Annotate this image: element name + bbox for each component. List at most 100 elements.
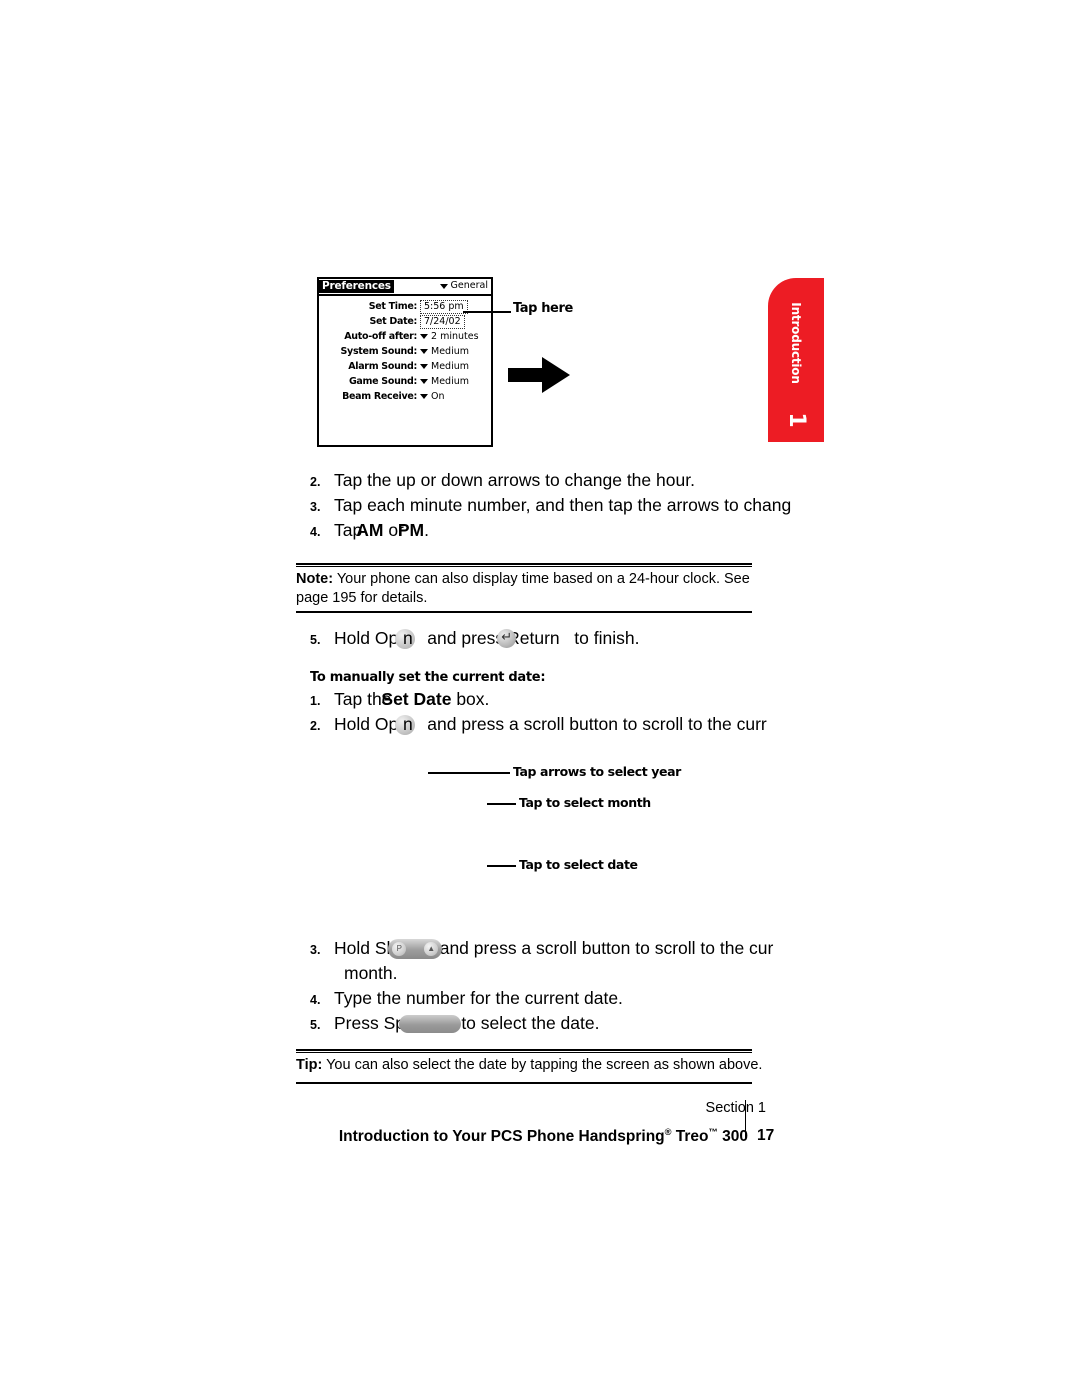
- step-text-part5: to finish.: [574, 628, 640, 648]
- step-text: Tap each minute number, and then tap the…: [334, 495, 792, 515]
- pref-row-set-date: Set Date: 7/24/02: [319, 314, 491, 329]
- step-number: 4.: [310, 993, 321, 1007]
- step-text-post: .: [424, 520, 429, 540]
- pref-label: System Sound:: [340, 346, 418, 357]
- step-item: 2. Tap the up or down arrows to change t…: [310, 468, 695, 495]
- am-label: AM: [356, 520, 384, 540]
- step-text-part2: and press a scroll button to scroll to t…: [439, 938, 774, 958]
- auto-off-picker[interactable]: 2 minutes: [420, 331, 479, 342]
- note-block: Note: Your phone can also display time b…: [296, 570, 766, 608]
- step-text-part1: Hold Sh: [334, 938, 397, 958]
- step-text-continuation: month.: [344, 963, 398, 983]
- pref-row-auto-off: Auto-off after: 2 minutes: [319, 329, 491, 344]
- chevron-down-icon: [439, 283, 448, 289]
- pref-value: 7/24/02: [424, 315, 461, 327]
- pref-row-alarm-sound: Alarm Sound: Medium: [319, 359, 491, 374]
- step-number: 3.: [310, 500, 321, 514]
- callout-leader-year: [428, 772, 510, 774]
- tip-rule-bottom: [296, 1082, 752, 1084]
- tap-here-callout: Tap here: [513, 301, 573, 316]
- footer-title-mid: Treo: [671, 1128, 709, 1146]
- shift-key-arrow-icon: ▲: [424, 942, 439, 956]
- section-tab-label: Introduction: [789, 302, 803, 384]
- step-item: 3. Tap each minute number, and then tap …: [310, 493, 791, 520]
- shift-key-p-label: P: [392, 942, 407, 956]
- step-text: Tap theSet Date box.: [334, 687, 489, 712]
- pm-label: PM: [397, 520, 425, 540]
- pref-label: Game Sound:: [348, 376, 417, 387]
- step-number: 5.: [310, 633, 321, 647]
- step-text: Press Sp to select the date.: [334, 1011, 599, 1036]
- preferences-titlebar: Preferences General: [319, 279, 491, 296]
- pref-value: Medium: [431, 361, 469, 372]
- tip-text: You can also select the date by tapping …: [322, 1057, 763, 1073]
- game-sound-picker[interactable]: Medium: [420, 376, 469, 387]
- pref-row-game-sound: Game Sound: Medium: [319, 374, 491, 389]
- step-item-scroll-month: 3. Hold Sh P ▲ and press a scroll button t…: [310, 936, 773, 963]
- step-number: 1.: [310, 694, 321, 708]
- footer-page-number: 17: [757, 1127, 775, 1144]
- beam-receive-picker[interactable]: On: [420, 391, 445, 402]
- callout-label-year: Tap arrows to select year: [513, 764, 681, 779]
- step-text-part2: box.: [456, 689, 490, 709]
- step-text: TapAM orPM.: [334, 518, 429, 543]
- step-item-press-space: 5. Press Sp to select the date.: [310, 1011, 599, 1038]
- set-time-field[interactable]: 5:56 pm: [420, 299, 468, 314]
- note-label: Note:: [296, 571, 334, 587]
- space-key-icon: [399, 1015, 461, 1033]
- step-number: 5.: [310, 1018, 321, 1032]
- set-date-field[interactable]: 7/24/02: [420, 314, 465, 329]
- pref-value: 5:56 pm: [424, 300, 464, 312]
- category-picker[interactable]: General: [439, 279, 488, 293]
- step-item-tap-box: 1. Tap theSet Date box.: [310, 687, 489, 714]
- callout-leader-month: [487, 803, 516, 805]
- pref-label: Auto-off after:: [344, 331, 417, 342]
- tap-here-leader-line: [463, 311, 511, 313]
- preferences-screenshot: Preferences General Set Time: 5:56 pm Se…: [317, 277, 493, 447]
- pref-value: Medium: [431, 376, 469, 387]
- step-number: 4.: [310, 525, 321, 539]
- step-text-part2: to select the date.: [461, 1013, 600, 1033]
- chevron-down-icon: [420, 379, 428, 384]
- return-key-icon: [497, 627, 517, 648]
- note-rule-top: [296, 563, 752, 567]
- pref-value: On: [431, 391, 445, 402]
- step-text-part2: n: [402, 628, 413, 648]
- pref-label: Alarm Sound:: [348, 361, 417, 372]
- pref-value: Medium: [431, 346, 469, 357]
- step-text: Type the number for the current date.: [334, 988, 623, 1008]
- section-tab-introduction: Introduction 1: [768, 278, 824, 442]
- pref-row-system-sound: System Sound: Medium: [319, 344, 491, 359]
- step-number: 2.: [310, 719, 321, 733]
- step-item-am-pm: 4. TapAM orPM.: [310, 518, 429, 545]
- step-text-part3: and press: [427, 628, 505, 648]
- manual-page: Preferences General Set Time: 5:56 pm Se…: [0, 0, 1080, 1397]
- step-text: Hold Optin and pressReturn to finish.: [334, 626, 639, 651]
- pref-value: 2 minutes: [431, 331, 479, 342]
- step-number: 3.: [310, 943, 321, 957]
- step-text-part1: Press Sp: [334, 1013, 405, 1033]
- callout-label-date: Tap to select date: [519, 857, 638, 872]
- chevron-down-icon: [420, 364, 428, 369]
- system-sound-picker[interactable]: Medium: [420, 346, 469, 357]
- chevron-down-icon: [420, 334, 428, 339]
- step-text-part2: n: [402, 714, 413, 734]
- step-number: 2.: [310, 475, 321, 489]
- step-text: Hold Optin and press a scroll button to …: [334, 712, 767, 737]
- callout-leader-date: [487, 865, 516, 867]
- shift-key-icon: P ▲: [388, 939, 443, 959]
- trademark-mark-icon: ™: [708, 1127, 718, 1137]
- step-text: Tap the up or down arrows to change the …: [334, 470, 695, 490]
- step-item-finish: 5. Hold Optin and pressReturn to finish.: [310, 626, 639, 653]
- pref-label: Beam Receive:: [342, 391, 417, 402]
- right-arrow-icon: [508, 357, 570, 393]
- step-item-type-date: 4. Type the number for the current date.: [310, 986, 623, 1013]
- note-rule-bottom: [296, 611, 752, 613]
- section-tab-number: 1: [784, 412, 809, 428]
- step-text: Hold Sh P ▲ and press a scroll button to s…: [334, 936, 773, 961]
- app-title: Preferences: [319, 280, 394, 293]
- footer-section-label: Section 1: [705, 1100, 766, 1116]
- step-item-scroll-year: 2. Hold Optin and press a scroll button …: [310, 712, 767, 739]
- pref-row-beam-receive: Beam Receive: On: [319, 389, 491, 404]
- alarm-sound-picker[interactable]: Medium: [420, 361, 469, 372]
